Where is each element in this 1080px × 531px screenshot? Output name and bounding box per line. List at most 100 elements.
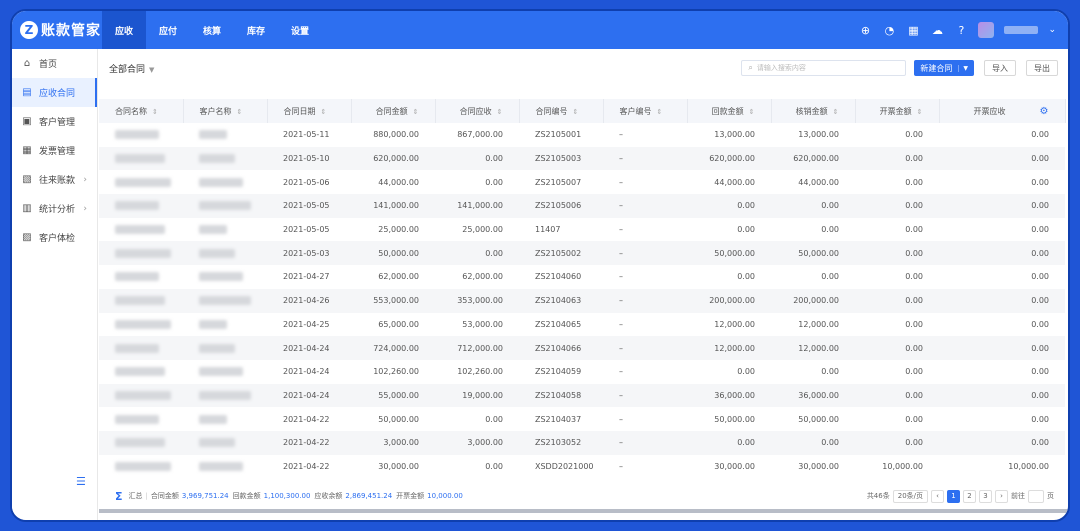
sort-icon[interactable]: ⇕ [497, 108, 503, 116]
sidebar-item-0[interactable]: ⌂ 首页 [12, 49, 97, 78]
table-row[interactable]: 2021-05-05 25,000.00 25,000.00 11407 – 0.00 0.… [99, 218, 1065, 242]
page-button[interactable]: 1 [947, 489, 960, 503]
column-header-9[interactable]: 开票金额 ⇕ [855, 99, 940, 123]
help-icon[interactable]: ? [954, 23, 968, 37]
table-row[interactable]: 2021-04-24 724,000.00 712,000.00 ZS2104066–… [99, 336, 1065, 360]
table-row[interactable]: 2021-05-06 44,000.00 0.00 ZS2105007 – 44,000.… [99, 170, 1065, 194]
sidebar-item-1[interactable]: ▤ 应收合同 [12, 78, 97, 107]
column-header-4[interactable]: 合同应收 ⇕ [435, 99, 520, 123]
contract-filter[interactable]: 全部合同 ▼ [109, 62, 154, 75]
column-header-2[interactable]: 合同日期 ⇕ [267, 99, 352, 123]
contract-name-cell [99, 218, 183, 242]
table-cell: 200,000.00 [771, 288, 855, 313]
table-row[interactable]: 2021-04-24 102,260.00 102,260.00 ZS2104059 –… [99, 360, 1065, 384]
table-row[interactable]: 2021-04-25 65,000.00 53,000.00 ZS2104065 – 12… [99, 313, 1065, 337]
new-contract-button[interactable]: 新建合同 ▼ [914, 60, 974, 76]
table-cell: – [603, 288, 687, 313]
table-cell: 19,000.00 [435, 383, 519, 408]
table-cell: 25,000.00 [462, 225, 503, 235]
sidebar-item-6[interactable]: ▨ 客户体检 [12, 223, 97, 252]
table-cell: 200,000.00 [687, 288, 771, 313]
next-page-button[interactable]: › [995, 489, 1008, 503]
table-cell: – [619, 414, 623, 424]
column-header-1[interactable]: 客户名称 ⇕ [183, 99, 268, 123]
redacted-text [115, 343, 159, 353]
table-cell: 0.00 [1031, 177, 1049, 187]
bell-icon[interactable]: ◔ [882, 23, 896, 37]
nav-tab-0[interactable]: 应收 [102, 11, 146, 49]
contract-name-cell [99, 430, 183, 455]
collapse-menu-icon[interactable]: ☰ [76, 475, 86, 488]
add-circle-icon[interactable]: ⊕ [858, 23, 872, 37]
user-name[interactable] [1004, 26, 1039, 34]
table-cell: 0.00 [855, 383, 939, 408]
customer-name-cell [183, 407, 267, 431]
sort-icon[interactable]: ⇕ [833, 108, 839, 116]
table-row[interactable]: 2021-05-11 880,000.00 867,000.00 ZS2105001 –… [99, 123, 1065, 147]
nav-tab-3[interactable]: 库存 [234, 11, 278, 49]
app-window: Z 账款管家 应收 应付 核算 库存 设置 ⊕ ◔ ▦ ☁ ? ⌄ ⌂ 首页 ▤ 应收合同 ▣ 客… [10, 9, 1070, 522]
column-header-7[interactable]: 回款金额 ⇕ [687, 99, 772, 123]
table-row[interactable]: 2021-04-26 553,000.00 353,000.00 ZS2104063–… [99, 288, 1065, 313]
contract-name-cell [99, 383, 183, 408]
table-row[interactable]: 2021-05-05 141,000.00 141,000.00 ZS2105006–… [99, 194, 1065, 218]
column-header-10[interactable]: 开票应收 ⚙ [939, 99, 1066, 123]
sort-icon[interactable]: ⇕ [917, 108, 923, 116]
table-cell: ZS2104066 [519, 336, 603, 360]
sidebar-item-3[interactable]: ▦ 发票管理 [12, 136, 97, 165]
table-cell: – [619, 225, 623, 235]
prev-page-button[interactable]: ‹ [931, 489, 944, 503]
table-row[interactable]: 2021-04-22 50,000.00 0.00 ZS2104037 – 50,000.… [99, 407, 1065, 431]
top-icons: ⊕ ◔ ▦ ☁ ? ⌄ [858, 22, 1068, 38]
app-logo[interactable]: Z 账款管家 [12, 20, 102, 40]
apps-icon[interactable]: ▦ [906, 23, 920, 37]
redacted-text [115, 319, 171, 329]
column-header-6[interactable]: 客户编号 ⇕ [603, 99, 688, 123]
table-cell: – [619, 319, 623, 329]
import-button[interactable]: 导入 [984, 60, 1016, 76]
sidebar-item-label: 应收合同 [39, 89, 76, 99]
table-row[interactable]: 2021-04-27 62,000.00 62,000.00 ZS2104060 – 0.… [99, 265, 1065, 289]
page-button[interactable]: 3 [979, 489, 992, 503]
table-cell: 0.00 [435, 241, 519, 266]
sort-icon[interactable]: ⇕ [237, 108, 243, 116]
column-header-label: 开票金额 [879, 106, 912, 116]
table-row[interactable]: 2021-04-22 3,000.00 3,000.00 ZS2103052–0.00… [99, 430, 1065, 455]
page-button[interactable]: 2 [963, 489, 976, 503]
avatar[interactable] [978, 22, 995, 38]
main-content: 全部合同 ▼ ⌕ 请输入搜索内容 新建合同 ▼ 导入 导出 合同名称 ⇕ 客户名… [99, 49, 1068, 520]
sort-icon[interactable]: ⇕ [152, 108, 158, 116]
sort-icon[interactable]: ⇕ [413, 108, 419, 116]
sort-icon[interactable]: ⇕ [657, 108, 663, 116]
sidebar-item-5[interactable]: ▥ 统计分析 › [12, 194, 97, 223]
customer-name-cell [183, 170, 267, 194]
page-size-select[interactable]: 20条/页 [892, 489, 928, 503]
caret-down-icon[interactable]: ▼ [958, 64, 968, 72]
column-settings-icon[interactable]: ⚙ [1040, 106, 1049, 117]
column-header-3[interactable]: 合同金额 ⇕ [351, 99, 436, 123]
goto-label: 前往 [1011, 492, 1025, 500]
table-row[interactable]: 2021-05-03 50,000.00 0.00 ZS2105002–50,000.… [99, 241, 1065, 266]
table-cell: 2021-05-03 [267, 241, 351, 266]
table-cell: 12,000.00 [771, 336, 855, 360]
support-icon[interactable]: ☁ [930, 23, 944, 37]
table-row[interactable]: 2021-04-24 55,000.00 19,000.00 ZS2104058–36… [99, 383, 1065, 408]
sort-icon[interactable]: ⇕ [321, 108, 327, 116]
column-header-0[interactable]: 合同名称 ⇕ [99, 99, 184, 123]
summary-items: 合同金额 3,969,751.24 回款金额 1,100,300.00 应收余额 2,86… [151, 491, 467, 501]
sidebar-item-4[interactable]: ▧ 往来账款 › [12, 165, 97, 194]
column-header-8[interactable]: 核销金额 ⇕ [771, 99, 856, 123]
export-button[interactable]: 导出 [1026, 60, 1058, 76]
nav-tab-1[interactable]: 应付 [146, 11, 190, 49]
sidebar-item-2[interactable]: ▣ 客户管理 [12, 107, 97, 136]
sort-icon[interactable]: ⇕ [573, 108, 579, 116]
sort-icon[interactable]: ⇕ [749, 108, 755, 116]
nav-tab-4[interactable]: 设置 [278, 11, 322, 49]
goto-page-input[interactable] [1028, 489, 1044, 503]
redacted-text [115, 390, 171, 400]
column-header-5[interactable]: 合同编号 ⇕ [519, 99, 604, 123]
search-input[interactable]: ⌕ 请输入搜索内容 [741, 60, 907, 76]
table-row[interactable]: 2021-05-10 620,000.00 0.00 ZS2105003–620,00… [99, 146, 1065, 171]
nav-tab-2[interactable]: 核算 [190, 11, 234, 49]
chevron-down-icon[interactable]: ⌄ [1048, 25, 1056, 35]
